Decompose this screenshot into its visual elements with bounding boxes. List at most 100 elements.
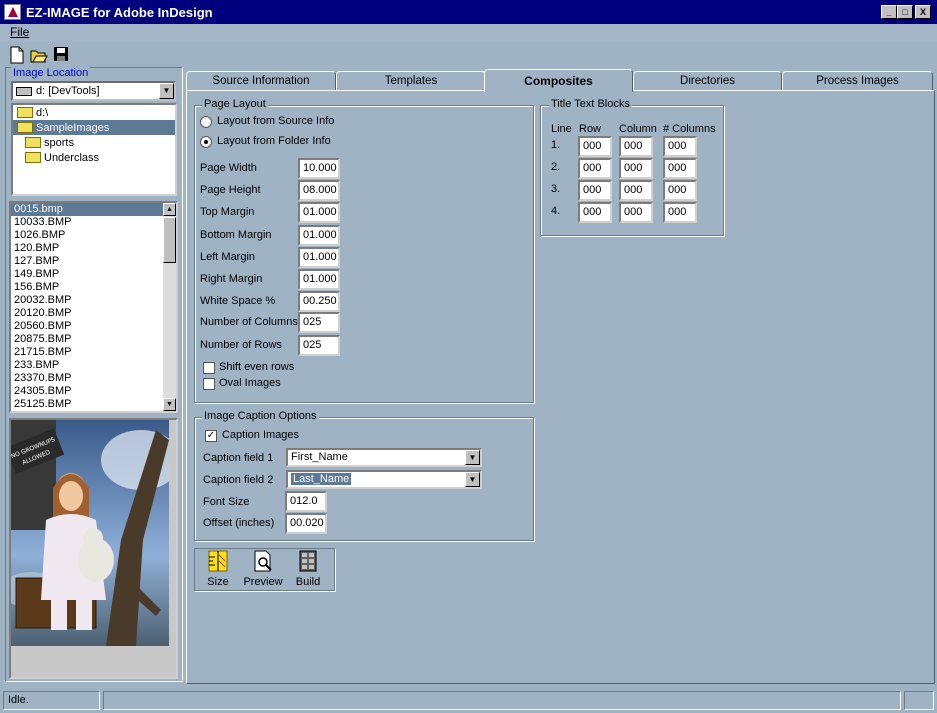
page-layout-title: Page Layout <box>202 98 268 110</box>
chevron-down-icon[interactable]: ▼ <box>159 83 174 99</box>
tree-item-label: d:\ <box>36 106 49 119</box>
file-list-item[interactable]: 0015.bmp <box>11 203 163 216</box>
title-block-col-input[interactable]: 000 <box>619 202 653 223</box>
title-block-col-input[interactable]: 000 <box>619 136 653 157</box>
chevron-down-icon[interactable]: ▼ <box>465 450 480 465</box>
font-size-input[interactable]: 012.0 <box>285 491 327 512</box>
radio-layout-source-label: Layout from Source Info <box>217 115 335 127</box>
shift-even-rows-checkbox[interactable] <box>203 362 215 374</box>
drive-select[interactable]: d: [DevTools] ▼ <box>11 81 176 101</box>
field-input[interactable]: 025 <box>298 335 340 356</box>
field-label: Left Margin <box>200 251 256 263</box>
field-input[interactable]: 01.000 <box>298 225 340 246</box>
file-list-item[interactable]: 20120.BMP <box>11 307 163 320</box>
file-list-item[interactable]: 20875.BMP <box>11 333 163 346</box>
field-input[interactable]: 00.250 <box>298 291 340 312</box>
ruler-icon <box>208 550 228 572</box>
file-list-item[interactable]: 233.BMP <box>11 359 163 372</box>
scroll-up-icon[interactable]: ▲ <box>163 203 176 216</box>
caption-field1-label: Caption field 1 <box>203 452 274 464</box>
offset-input[interactable]: 00.020 <box>285 513 327 534</box>
tree-item[interactable]: Underclass <box>13 150 175 165</box>
radio-layout-source[interactable] <box>200 116 212 128</box>
tree-item[interactable]: SampleImages <box>13 120 175 135</box>
radio-layout-folder[interactable] <box>200 136 212 148</box>
file-list-item[interactable]: 25125.BMP <box>11 398 163 411</box>
caption-field2-label: Caption field 2 <box>203 474 274 486</box>
file-list-item[interactable]: 20560.BMP <box>11 320 163 333</box>
file-list-item[interactable]: 20032.BMP <box>11 294 163 307</box>
file-list-item[interactable]: 10033.BMP <box>11 216 163 229</box>
chevron-down-icon[interactable]: ▼ <box>465 472 480 487</box>
field-label: White Space % <box>200 295 276 307</box>
file-list-item[interactable]: 156.BMP <box>11 281 163 294</box>
field-label: Right Margin <box>200 273 263 285</box>
title-block-ncols-input[interactable]: 000 <box>663 202 697 223</box>
tab-source-information[interactable]: Source Information <box>186 71 336 91</box>
minimize-button[interactable]: _ <box>881 5 897 19</box>
file-list-item[interactable]: 149.BMP <box>11 268 163 281</box>
field-label: Top Margin <box>200 206 255 218</box>
scroll-down-icon[interactable]: ▼ <box>163 398 176 411</box>
title-block-row-input[interactable]: 000 <box>578 136 612 157</box>
field-input[interactable]: 08.000 <box>298 180 340 201</box>
caption-field2-select[interactable]: Last_Name ▼ <box>286 470 482 489</box>
scroll-thumb[interactable] <box>163 217 176 263</box>
field-input[interactable]: 025 <box>298 312 340 333</box>
tab-templates[interactable]: Templates <box>336 71 486 91</box>
build-button[interactable]: Build <box>291 549 325 592</box>
close-button[interactable]: X <box>915 5 931 19</box>
status-bar: Idle. <box>0 689 937 713</box>
size-grip[interactable] <box>904 691 934 710</box>
tab-directories[interactable]: Directories <box>633 71 782 91</box>
tab-composites[interactable]: Composites <box>484 69 633 92</box>
preview-button-label: Preview <box>243 576 283 588</box>
tree-item[interactable]: d:\ <box>13 105 175 120</box>
caption-field2-value: Last_Name <box>291 473 352 485</box>
file-list-item[interactable]: 23370.BMP <box>11 372 163 385</box>
new-file-icon[interactable] <box>9 46 27 64</box>
field-input[interactable]: 10.000 <box>298 158 340 179</box>
title-block-row-input[interactable]: 000 <box>578 180 612 201</box>
caption-images-checkbox[interactable]: ✓ <box>205 430 217 442</box>
tab-process-images[interactable]: Process Images <box>782 71 933 91</box>
file-list[interactable]: 0015.bmp 10033.BMP 1026.BMP 120.BMP 127.BMP 1… <box>9 201 178 413</box>
save-disk-icon[interactable] <box>53 46 71 64</box>
caption-field1-select[interactable]: First_Name ▼ <box>286 448 482 467</box>
field-label: Bottom Margin <box>200 229 272 241</box>
title-block-ncols-input[interactable]: 000 <box>663 158 697 179</box>
file-list-item[interactable]: 24305.BMP <box>11 385 163 398</box>
open-folder-icon[interactable] <box>30 46 48 64</box>
preview-button[interactable]: Preview <box>241 549 285 592</box>
title-block-col-input[interactable]: 000 <box>619 158 653 179</box>
folder-tree[interactable]: d:\ SampleImages sports Underclass <box>11 103 177 196</box>
file-list-item[interactable]: 21715.BMP <box>11 346 163 359</box>
radio-layout-folder-label: Layout from Folder Info <box>217 135 331 147</box>
field-input[interactable]: 01.000 <box>298 269 340 290</box>
oval-images-checkbox[interactable] <box>203 378 215 390</box>
line-number: 2. <box>551 161 561 173</box>
header-line: Line <box>551 123 572 135</box>
size-button[interactable]: Size <box>201 549 235 592</box>
file-list-scrollbar[interactable]: ▲ ▼ <box>163 203 176 411</box>
image-preview-frame: NO GROWNUPS ALLOWED <box>9 418 178 679</box>
title-block-ncols-input[interactable]: 000 <box>663 136 697 157</box>
maximize-button[interactable]: □ <box>897 5 913 19</box>
title-block-row-input[interactable]: 000 <box>578 158 612 179</box>
title-block-col-input[interactable]: 000 <box>619 180 653 201</box>
preview-photo: NO GROWNUPSALLOWED <box>11 420 169 646</box>
tree-item-label: sports <box>44 136 74 149</box>
title-bar: EZ-IMAGE for Adobe InDesign <box>0 0 937 24</box>
field-input[interactable]: 01.000 <box>298 202 340 223</box>
tree-item[interactable]: sports <box>13 135 175 150</box>
header-column: Column <box>619 123 657 135</box>
file-list-item[interactable]: 127.BMP <box>11 255 163 268</box>
drive-select-value: d: [DevTools] <box>36 85 100 97</box>
field-input[interactable]: 01.000 <box>298 247 340 268</box>
title-block-ncols-input[interactable]: 000 <box>663 180 697 201</box>
file-list-item[interactable]: 120.BMP <box>11 242 163 255</box>
line-number: 1. <box>551 139 561 151</box>
file-list-item[interactable]: 1026.BMP <box>11 229 163 242</box>
title-block-row-input[interactable]: 000 <box>578 202 612 223</box>
menu-file[interactable]: File <box>10 25 29 39</box>
